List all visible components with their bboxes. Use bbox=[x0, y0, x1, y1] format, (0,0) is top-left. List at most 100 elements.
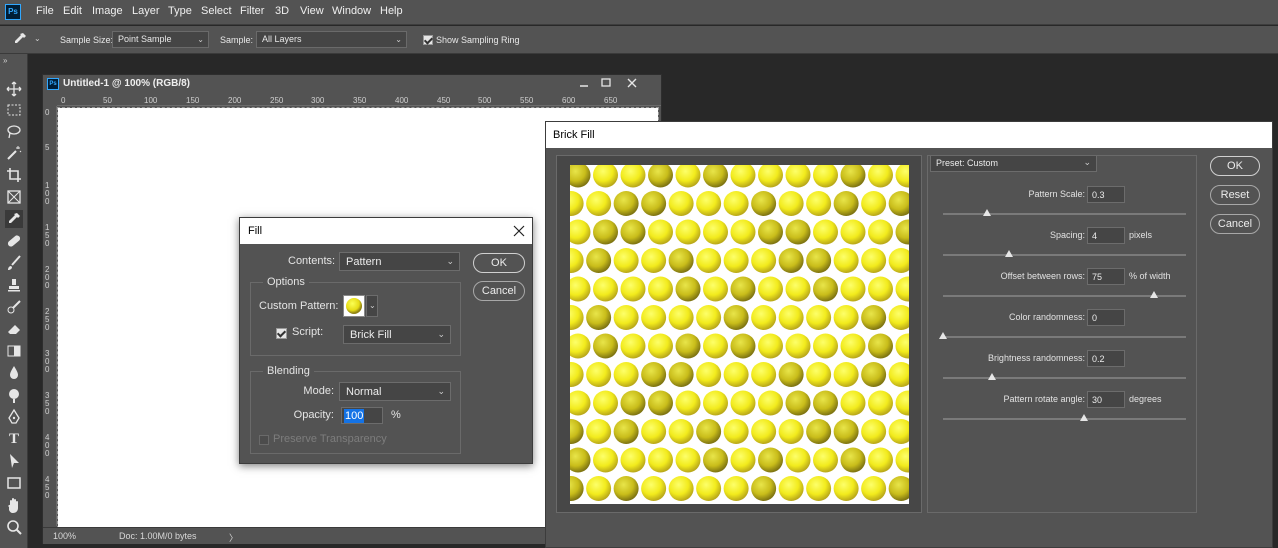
pattern-ball bbox=[620, 333, 646, 359]
pattern-ball bbox=[888, 248, 909, 273]
menu-layer[interactable]: Layer bbox=[132, 5, 160, 17]
pattern-scale-input[interactable]: 0.3 bbox=[1087, 186, 1125, 203]
crop-tool-icon[interactable] bbox=[5, 166, 23, 184]
clone-stamp-tool-icon[interactable] bbox=[5, 276, 23, 294]
sample-select[interactable]: All Layers ⌄ bbox=[256, 31, 407, 48]
slider-thumb[interactable] bbox=[987, 373, 996, 380]
close-icon[interactable] bbox=[623, 76, 641, 91]
brightness-randomness-slider[interactable] bbox=[943, 373, 1186, 380]
offset-rows-input[interactable]: 75 bbox=[1087, 268, 1125, 285]
show-sampling-ring-checkbox[interactable] bbox=[423, 35, 433, 45]
opacity-input[interactable]: 100 bbox=[341, 407, 383, 424]
path-selection-tool-icon[interactable] bbox=[5, 452, 23, 470]
slider-thumb[interactable] bbox=[939, 332, 947, 339]
dodge-tool-icon[interactable] bbox=[5, 386, 23, 404]
menu-filter[interactable]: Filter bbox=[240, 5, 264, 17]
maximize-icon[interactable] bbox=[597, 76, 615, 91]
rotate-angle-input[interactable]: 30 bbox=[1087, 391, 1125, 408]
pattern-ball bbox=[668, 191, 694, 216]
slider-thumb[interactable] bbox=[1079, 414, 1088, 421]
slider-thumb[interactable] bbox=[1004, 250, 1013, 257]
pattern-swatch[interactable] bbox=[343, 295, 365, 317]
slider-thumb[interactable] bbox=[1150, 291, 1159, 298]
chevron-down-icon: ⌄ bbox=[395, 35, 402, 44]
pattern-ball bbox=[570, 333, 591, 359]
brick-ok-button[interactable]: OK bbox=[1210, 156, 1260, 176]
brick-fill-title-bar[interactable]: Brick Fill bbox=[546, 122, 1272, 148]
pattern-ball bbox=[840, 219, 866, 245]
pattern-ball bbox=[833, 476, 859, 501]
tool-preset-chevron-icon[interactable]: ⌄ bbox=[34, 34, 41, 43]
ruler-tick-label: 0 bbox=[45, 108, 50, 117]
rectangle-tool-icon[interactable] bbox=[5, 474, 23, 492]
brightness-randomness-input[interactable]: 0.2 bbox=[1087, 350, 1125, 367]
mode-select[interactable]: Normal ⌄ bbox=[339, 382, 451, 401]
menu-help[interactable]: Help bbox=[380, 5, 403, 17]
menu-3d[interactable]: 3D bbox=[275, 5, 289, 17]
menu-image[interactable]: Image bbox=[92, 5, 123, 17]
brick-reset-button[interactable]: Reset bbox=[1210, 185, 1260, 205]
eraser-tool-icon[interactable] bbox=[5, 320, 23, 338]
minimize-icon[interactable] bbox=[575, 76, 593, 91]
menu-edit[interactable]: Edit bbox=[63, 5, 82, 17]
marquee-tool-icon[interactable] bbox=[5, 101, 23, 119]
sample-size-select[interactable]: Point Sample ⌄ bbox=[112, 31, 209, 48]
history-brush-tool-icon[interactable] bbox=[5, 298, 23, 316]
brush-tool-icon[interactable] bbox=[5, 254, 23, 272]
frame-tool-icon[interactable] bbox=[5, 188, 23, 206]
pattern-ball bbox=[620, 219, 646, 245]
move-tool-icon[interactable] bbox=[5, 80, 23, 98]
pattern-ball bbox=[758, 333, 783, 359]
pattern-scale-slider[interactable] bbox=[943, 209, 1186, 216]
blur-tool-icon[interactable] bbox=[5, 364, 23, 382]
contents-label: Contents: bbox=[288, 255, 336, 267]
document-ps-icon: Ps bbox=[47, 78, 59, 90]
collapse-icon[interactable]: » bbox=[3, 56, 7, 65]
gradient-tool-icon[interactable] bbox=[5, 342, 23, 360]
close-icon[interactable] bbox=[512, 224, 526, 238]
pattern-picker-dropdown[interactable]: ⌄ bbox=[366, 295, 378, 317]
fill-ok-button[interactable]: OK bbox=[473, 253, 525, 273]
contents-select[interactable]: Pattern ⌄ bbox=[339, 252, 460, 271]
rotate-angle-slider[interactable] bbox=[943, 414, 1186, 421]
eyedropper-tool-icon[interactable] bbox=[5, 210, 23, 228]
lasso-tool-icon[interactable] bbox=[5, 123, 23, 141]
status-menu-chevron-icon[interactable]: 〉 bbox=[229, 531, 238, 544]
spacing-input[interactable]: 4 bbox=[1087, 227, 1125, 244]
pattern-ball bbox=[895, 276, 909, 302]
eyedropper-icon[interactable] bbox=[12, 31, 28, 47]
document-title-bar[interactable]: Ps Untitled-1 @ 100% (RGB/8) bbox=[43, 75, 661, 93]
ruler-tick-label: 1 5 0 bbox=[45, 223, 50, 248]
magic-wand-tool-icon[interactable] bbox=[5, 144, 23, 162]
pattern-ball bbox=[813, 165, 838, 188]
offset-rows-slider[interactable] bbox=[943, 291, 1186, 298]
color-randomness-slider[interactable] bbox=[939, 332, 1186, 339]
menu-select[interactable]: Select bbox=[201, 5, 232, 17]
script-select[interactable]: Brick Fill ⌄ bbox=[343, 325, 451, 344]
spacing-slider[interactable] bbox=[943, 250, 1186, 257]
zoom-tool-icon[interactable] bbox=[5, 518, 23, 536]
type-tool-icon[interactable]: T bbox=[5, 430, 23, 448]
pattern-ball bbox=[586, 191, 612, 216]
menu-file[interactable]: File bbox=[36, 5, 54, 17]
menu-window[interactable]: Window bbox=[332, 5, 371, 17]
fill-dialog-title-bar[interactable]: Fill bbox=[240, 218, 532, 244]
healing-brush-tool-icon[interactable] bbox=[5, 232, 23, 250]
brick-cancel-button[interactable]: Cancel bbox=[1210, 214, 1260, 234]
color-randomness-input[interactable]: 0 bbox=[1087, 309, 1125, 326]
fill-cancel-button[interactable]: Cancel bbox=[473, 281, 525, 301]
menu-type[interactable]: Type bbox=[168, 5, 192, 17]
pen-tool-icon[interactable] bbox=[5, 408, 23, 426]
pattern-ball bbox=[696, 191, 722, 216]
pattern-ball bbox=[861, 362, 887, 387]
pattern-ball bbox=[758, 219, 783, 245]
pattern-ball bbox=[570, 419, 584, 444]
slider-thumb[interactable] bbox=[982, 209, 991, 216]
pattern-ball bbox=[888, 419, 909, 444]
hand-tool-icon[interactable] bbox=[5, 496, 23, 514]
pattern-ball bbox=[868, 165, 893, 188]
fill-dialog: Fill Contents: Pattern ⌄ OK Cancel Optio… bbox=[239, 217, 533, 464]
zoom-level[interactable]: 100% bbox=[53, 531, 76, 541]
script-checkbox[interactable] bbox=[276, 328, 287, 339]
menu-view[interactable]: View bbox=[300, 5, 324, 17]
